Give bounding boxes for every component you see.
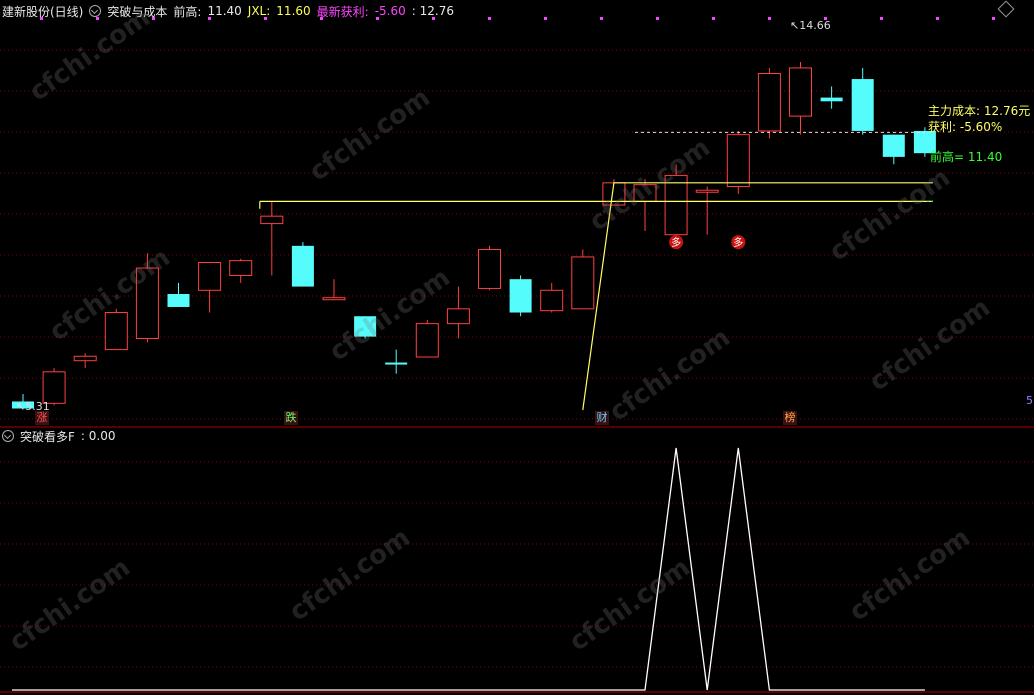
sub-indicator-value: : 0.00 — [80, 429, 116, 443]
latest-profit-label: 最新获利: — [316, 4, 369, 19]
prev-high-line-label: 前高= 11.40 — [930, 150, 1003, 164]
candle-body-up — [695, 189, 719, 193]
right-edge-label: 5 — [1026, 394, 1033, 407]
sub-indicator-name[interactable]: 突破看多F — [20, 428, 75, 445]
candle-body-down — [509, 279, 532, 313]
sub-indicator-line — [12, 447, 925, 691]
candle-body-up — [229, 260, 253, 276]
sub-indicator-toggle-icon[interactable] — [2, 430, 14, 442]
signal-tag-zhang[interactable]: 涨 — [35, 411, 49, 425]
signal-tag-die[interactable]: 跌 — [284, 411, 298, 425]
top-dot-marker — [600, 17, 603, 20]
candle-body-up — [73, 355, 97, 362]
top-dot-marker — [712, 17, 715, 20]
candle-body-up — [415, 323, 439, 358]
candle-body-up — [540, 289, 564, 312]
signal-tag-cai[interactable]: 财 — [595, 411, 609, 425]
candle-body-down — [291, 245, 314, 287]
low-arrow-icon: ↖ — [16, 400, 26, 413]
high-marker: ↖14.66 — [790, 19, 831, 32]
top-dot-marker — [880, 17, 883, 20]
cost-label: 主力成本: 12.76元 — [928, 104, 1031, 118]
jxl-value: 11.60 — [276, 4, 311, 18]
top-dot-marker — [544, 17, 547, 20]
signal-tag-bang[interactable]: 榜 — [783, 411, 797, 425]
candle-body-up — [757, 73, 781, 132]
top-dot-marker — [992, 17, 995, 20]
candle-body-up — [726, 134, 750, 188]
extra-value: : 12.76 — [411, 4, 454, 18]
candle-body-up — [478, 249, 501, 289]
indicator-toggle-icon[interactable] — [89, 5, 102, 17]
candle-body-down — [820, 97, 843, 102]
candle-body-down — [882, 134, 905, 157]
chart-stage[interactable]: 多 多 建新股份(日线) 突破与成本 前高: 11.40 JXL: 11.60 最… — [0, 0, 1034, 695]
main-header: 建新股份(日线) 突破与成本 前高: 11.40 JXL: 11.60 最新获利… — [2, 2, 454, 20]
high-marker-value: 14.66 — [799, 19, 831, 32]
jxl-label: JXL: — [247, 4, 271, 18]
profit-label: 获利: -5.60% — [928, 120, 1003, 134]
candle-body-down — [167, 294, 190, 307]
candle-body-up — [446, 308, 470, 325]
top-dot-marker — [656, 17, 659, 20]
candle-body-up — [789, 67, 812, 117]
candle-body-down — [385, 362, 408, 365]
candle-body-up — [198, 262, 222, 291]
stock-name[interactable]: 建新股份(日线) — [2, 3, 83, 20]
high-arrow-icon: ↖ — [790, 19, 800, 32]
top-dot-marker — [488, 17, 491, 20]
top-dot-marker — [936, 17, 939, 20]
buy-marker-text: 多 — [671, 236, 681, 249]
candle-body-up — [42, 371, 66, 404]
prev-high-value: 11.40 — [207, 4, 242, 18]
latest-profit-value: -5.60 — [374, 4, 406, 18]
candle-body-up — [322, 297, 346, 301]
candle-body-up — [260, 215, 284, 225]
top-dot-marker — [768, 17, 771, 20]
prev-high-label: 前高: — [173, 4, 202, 19]
candle-body-up — [571, 256, 595, 310]
sub-header: 突破看多F : 0.00 — [2, 428, 115, 444]
buy-marker-text: 多 — [733, 236, 743, 249]
candle-body-up — [104, 312, 128, 351]
candle-body-down — [851, 79, 874, 131]
